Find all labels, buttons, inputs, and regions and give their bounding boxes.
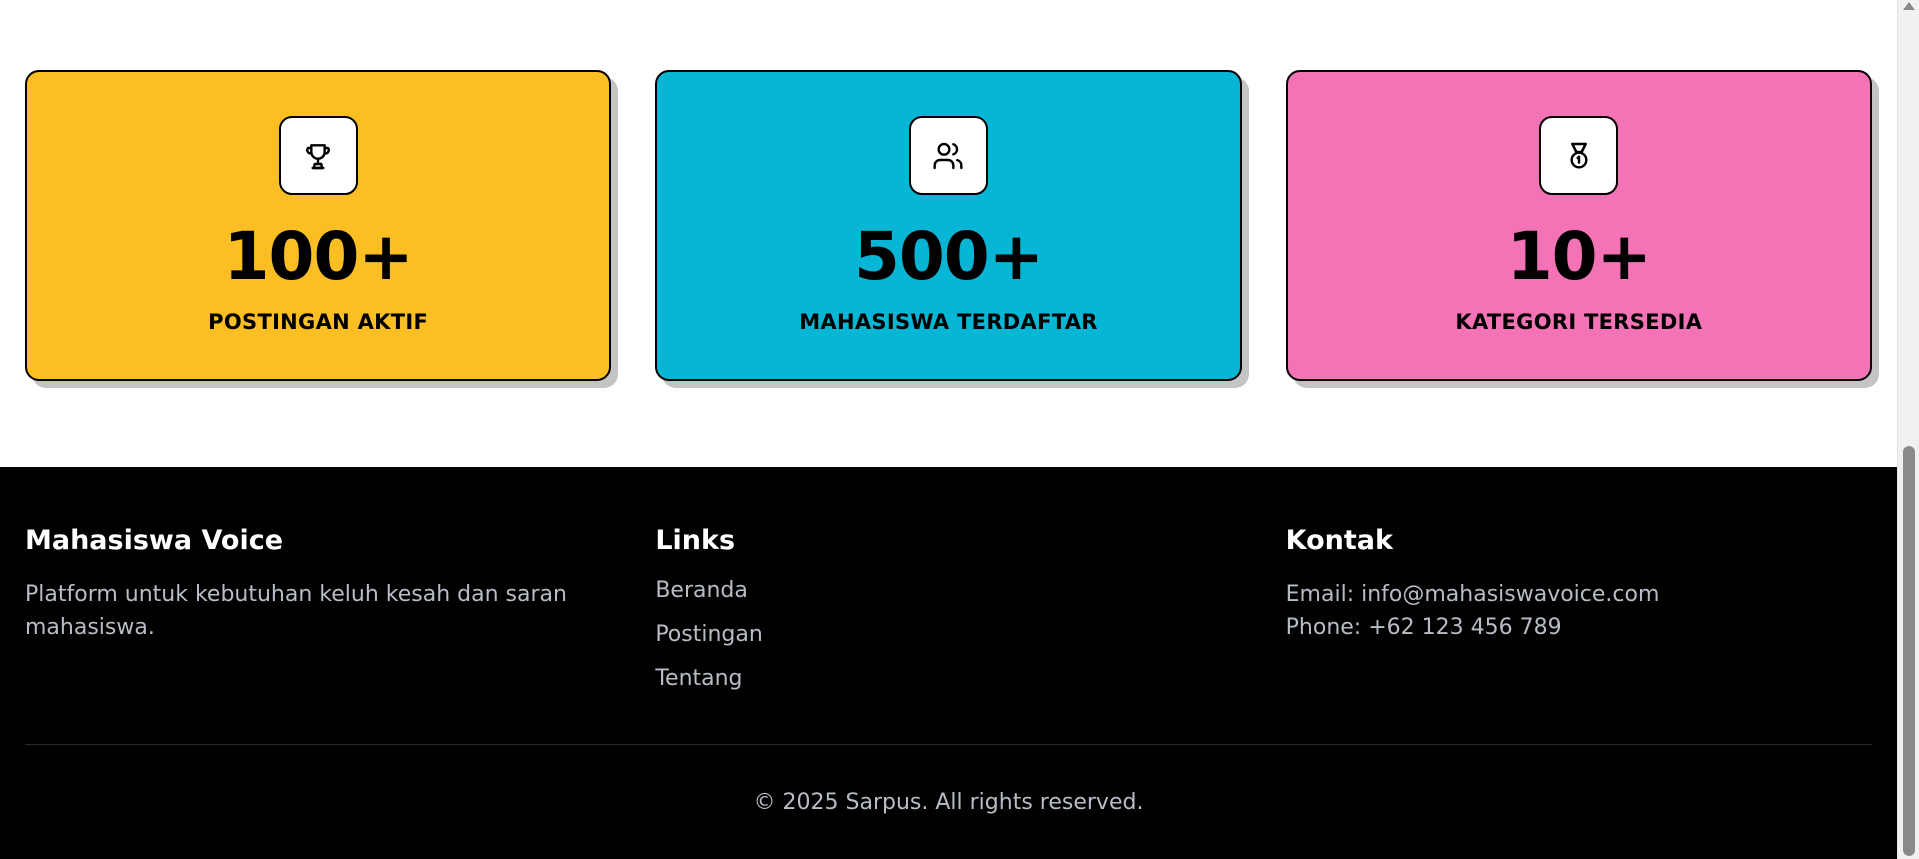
footer-links-title: Links — [655, 525, 736, 556]
stats-section: 100+ POSTINGAN AKTIF 500+ MAHASISWA TERD… — [25, 70, 1872, 381]
footer-brand-description: Platform untuk kebutuhan keluh kesah dan… — [25, 582, 567, 640]
footer-divider — [25, 744, 1872, 745]
stat-card-postingan: 100+ POSTINGAN AKTIF — [25, 70, 612, 381]
footer-contact-email: Email: info@mahasiswavoice.com — [1285, 582, 1660, 607]
footer-links: Links Beranda Postingan Tentang — [655, 525, 1241, 710]
footer-brand-title: Mahasiswa Voice — [25, 525, 284, 556]
footer-link-tentang[interactable]: Tentang — [655, 666, 1241, 692]
page: 100+ POSTINGAN AKTIF 500+ MAHASISWA TERD… — [0, 0, 1919, 859]
stat-value: 100+ — [223, 218, 414, 295]
trophy-icon — [306, 143, 331, 169]
stat-value: 500+ — [853, 218, 1044, 295]
stat-label: MAHASISWA TERDAFTAR — [799, 310, 1098, 334]
vertical-scrollbar[interactable] — [1897, 0, 1919, 859]
users-icon — [933, 142, 964, 169]
scrollbar-thumb[interactable] — [1903, 446, 1915, 856]
stat-icon-box — [908, 116, 988, 195]
medal-icon — [1570, 142, 1588, 169]
footer-about: Mahasiswa Voice Platform untuk kebutuhan… — [25, 525, 611, 710]
scroll-up-arrow-icon[interactable] — [1903, 2, 1915, 10]
stat-card-kategori: 10+ KATEGORI TERSEDIA — [1285, 70, 1872, 381]
footer-contact-title: Kontak — [1285, 525, 1393, 556]
copyright-text: © 2025 Sarpus. All rights reserved. — [753, 790, 1144, 815]
footer-link-postingan[interactable]: Postingan — [655, 622, 1241, 648]
footer-contact-phone: Phone: +62 123 456 789 — [1285, 615, 1562, 640]
stat-label: POSTINGAN AKTIF — [208, 310, 429, 334]
stat-value: 10+ — [1506, 218, 1652, 295]
footer: Mahasiswa Voice Platform untuk kebutuhan… — [0, 467, 1897, 859]
stat-icon-box — [1539, 116, 1619, 195]
footer-columns: Mahasiswa Voice Platform untuk kebutuhan… — [25, 525, 1872, 710]
stat-label: KATEGORI TERSEDIA — [1455, 310, 1703, 334]
footer-link-beranda[interactable]: Beranda — [655, 578, 1241, 604]
footer-contact: Kontak Email: info@mahasiswavoice.com Ph… — [1286, 525, 1872, 710]
stat-card-mahasiswa: 500+ MAHASISWA TERDAFTAR — [655, 70, 1242, 381]
stat-icon-box — [278, 116, 358, 195]
